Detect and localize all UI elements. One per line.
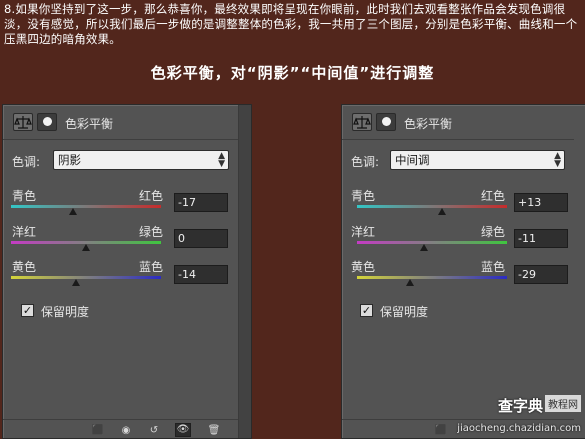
preserve-luminosity-label: 保留明度 — [41, 305, 90, 319]
slider-right-label: 红色 — [139, 189, 164, 203]
slider-left-label: 黄色 — [12, 260, 37, 274]
value-input[interactable]: +13 — [514, 193, 568, 212]
slider-left-label: 黄色 — [351, 260, 376, 274]
slider-track[interactable] — [357, 205, 507, 208]
intro-text: 8.如果你坚持到了这一步，那么恭喜你，最终效果即将呈现在你眼前，此时我们去观看整… — [4, 2, 578, 46]
preserve-luminosity-checkbox[interactable]: ✓ — [360, 304, 373, 317]
slider-right-label: 绿色 — [139, 225, 164, 239]
value-input[interactable]: -17 — [174, 193, 228, 212]
value-input[interactable]: -14 — [174, 265, 228, 284]
panel-title: 色彩平衡 — [65, 117, 114, 131]
chevron-updown-icon: ▲ ▼ — [218, 151, 225, 169]
panel-title: 色彩平衡 — [404, 117, 453, 131]
slider-left-label: 洋红 — [12, 225, 37, 239]
slider-right-label: 蓝色 — [139, 260, 164, 274]
value-input[interactable]: 0 — [174, 229, 228, 248]
watermark: 查字典 教程网 jiaocheng.chazidian.com — [457, 395, 581, 435]
watermark-url: jiaocheng.chazidian.com — [457, 423, 581, 434]
tone-select[interactable]: 阴影 ▲ ▼ — [53, 150, 229, 170]
view-previous-icon[interactable]: ◉ — [119, 425, 133, 437]
value-input[interactable]: -29 — [514, 265, 568, 284]
tone-select[interactable]: 中间调 ▲ ▼ — [390, 150, 565, 170]
preserve-luminosity-label: 保留明度 — [380, 305, 429, 319]
slider-track[interactable] — [11, 205, 161, 208]
tone-select-value: 中间调 — [395, 153, 430, 167]
watermark-tag: 教程网 — [545, 395, 581, 412]
color-balance-panel-shadows: 色彩平衡 色调: 阴影 ▲ ▼ 青色 红色 -17 洋红 绿色 0 黄色 蓝色 -… — [2, 104, 252, 439]
slider-left-label: 洋红 — [351, 225, 376, 239]
color-balance-icon[interactable] — [13, 113, 33, 131]
chevron-updown-icon: ▲ ▼ — [554, 151, 561, 169]
layer-mask-icon[interactable] — [37, 113, 57, 131]
layer-mask-icon[interactable] — [376, 113, 396, 131]
color-balance-icon[interactable] — [352, 113, 372, 131]
tone-select-value: 阴影 — [58, 153, 81, 167]
trash-icon[interactable]: 🗑 — [207, 425, 221, 437]
slider-left-label: 青色 — [12, 189, 37, 203]
slider-right-label: 绿色 — [481, 225, 506, 239]
slider-thumb[interactable] — [406, 279, 415, 286]
slider-track[interactable] — [357, 276, 507, 279]
panel-bottom-bar: ⬛ ◉ ↺ 👁 🗑 — [3, 419, 239, 438]
color-balance-panel-midtones: 色彩平衡 色调: 中间调 ▲ ▼ 青色 红色 +13 洋红 绿色 -11 黄色 蓝… — [341, 104, 585, 439]
visibility-eye-icon[interactable]: 👁 — [175, 423, 191, 437]
tone-label: 色调: — [12, 155, 41, 169]
slider-thumb[interactable] — [437, 208, 446, 215]
tone-label: 色调: — [351, 155, 380, 169]
preserve-luminosity-checkbox[interactable]: ✓ — [21, 304, 34, 317]
slider-thumb[interactable] — [419, 244, 428, 251]
clip-to-layer-icon[interactable]: ⬛ — [434, 425, 448, 437]
panel-header: 色彩平衡 — [342, 105, 574, 140]
slider-thumb[interactable] — [82, 244, 90, 251]
panel-scrollbar[interactable] — [238, 105, 251, 438]
slider-right-label: 红色 — [481, 189, 506, 203]
value-input[interactable]: -11 — [514, 229, 568, 248]
slider-track[interactable] — [11, 276, 161, 279]
panel-header: 色彩平衡 — [3, 105, 239, 140]
section-heading: 色彩平衡，对“阴影”“中间值”进行调整 — [150, 64, 435, 82]
watermark-site: 查字典 — [497, 397, 543, 415]
slider-right-label: 蓝色 — [481, 260, 506, 274]
slider-thumb[interactable] — [69, 208, 78, 215]
slider-left-label: 青色 — [351, 189, 376, 203]
reset-icon[interactable]: ↺ — [147, 425, 161, 437]
slider-track[interactable] — [357, 241, 507, 244]
clip-to-layer-icon[interactable]: ⬛ — [91, 425, 105, 437]
slider-thumb[interactable] — [71, 279, 80, 286]
